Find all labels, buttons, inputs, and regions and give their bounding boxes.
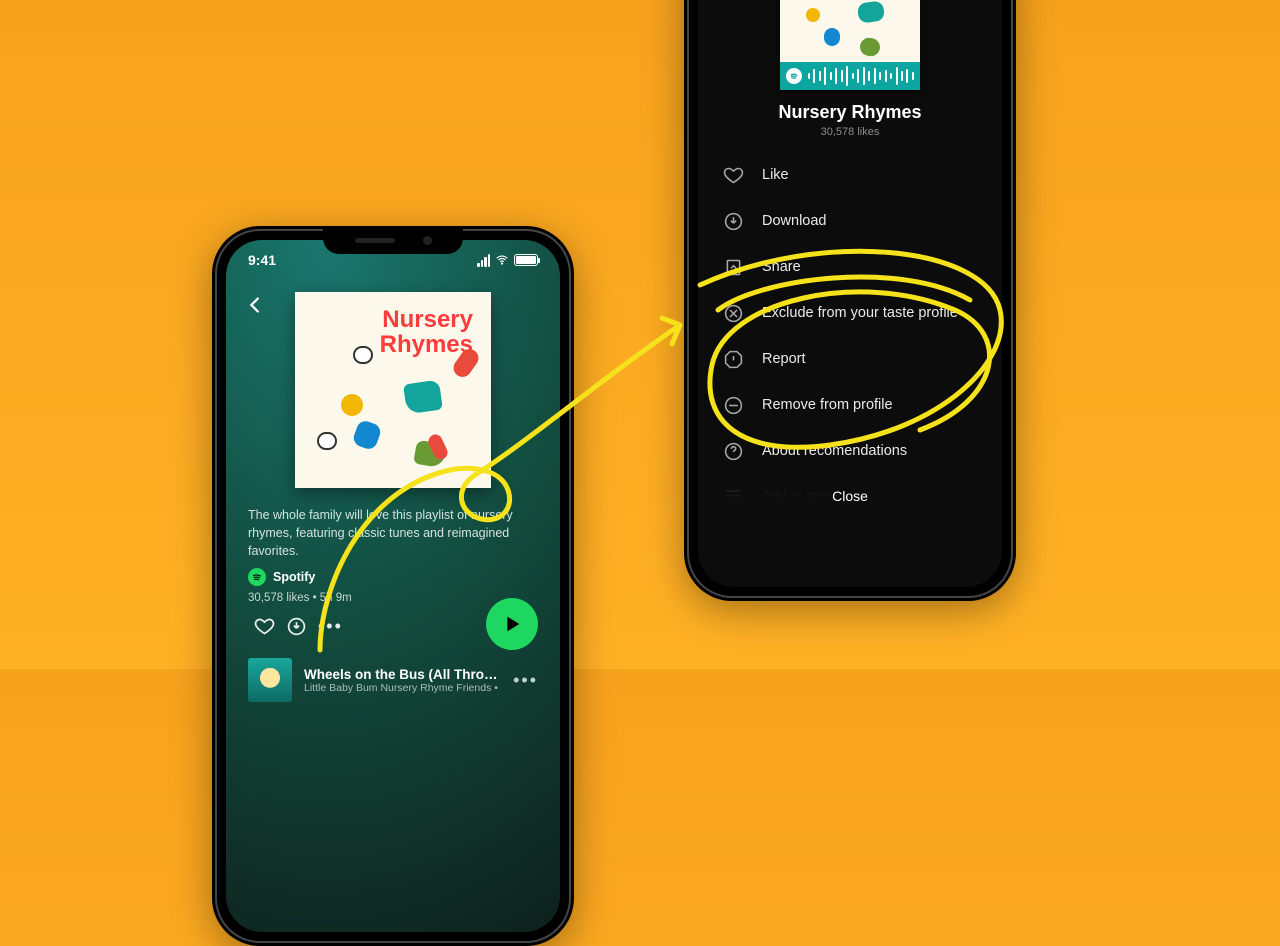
track-thumbnail	[248, 658, 292, 702]
share-icon	[722, 256, 744, 278]
menu-item-download[interactable]: Download	[698, 198, 1002, 244]
cover-title: NurseryRhymes	[380, 308, 473, 358]
playlist-description: The whole family will love this playlist…	[226, 488, 560, 568]
close-button[interactable]: Close	[698, 474, 1002, 522]
annotation-overlay	[0, 0, 1280, 669]
spotify-logo-icon	[248, 568, 266, 586]
menu-item-about-recommendations[interactable]: About recomendations	[698, 428, 1002, 474]
phone-left-frame: 9:41 NurseryRhymes	[212, 226, 574, 946]
context-menu: Like Download Share Exclude from your ta…	[698, 138, 1002, 474]
track-more-button[interactable]: •••	[513, 670, 538, 691]
menu-item-exclude-taste-profile[interactable]: Exclude from your taste profile	[698, 290, 1002, 336]
signal-icon	[477, 254, 490, 267]
menu-label: About recomendations	[762, 443, 907, 459]
track-subtitle: Little Baby Bum Nursery Rhyme Friends •	[304, 682, 501, 694]
menu-playlist-title: Nursery Rhymes	[698, 102, 1002, 123]
report-icon	[722, 348, 744, 370]
battery-icon	[514, 254, 538, 266]
playlist-author[interactable]: Spotify	[226, 568, 560, 586]
menu-label: Report	[762, 351, 806, 367]
menu-item-remove-from-profile[interactable]: Remove from profile	[698, 382, 1002, 428]
download-icon	[722, 210, 744, 232]
spotify-context-menu-screen: NurseryRhymes Nursery Rhymes 3	[698, 0, 1002, 587]
status-time: 9:41	[248, 252, 276, 268]
like-button[interactable]	[248, 610, 280, 642]
mini-playlist-cover: NurseryRhymes	[780, 0, 920, 90]
menu-label: Remove from profile	[762, 397, 893, 413]
heart-icon	[722, 164, 744, 186]
exclude-icon	[722, 302, 744, 324]
spotify-playlist-screen: 9:41 NurseryRhymes	[226, 240, 560, 932]
download-button[interactable]	[280, 610, 312, 642]
menu-item-report[interactable]: Report	[698, 336, 1002, 382]
track-row[interactable]: Wheels on the Bus (All Through t… Little…	[226, 642, 560, 702]
menu-label: Share	[762, 259, 801, 275]
menu-playlist-likes: 30,578 likes	[698, 126, 1002, 138]
annotation-arrow-icon	[0, 0, 1280, 669]
menu-label: Download	[762, 213, 827, 229]
track-title: Wheels on the Bus (All Through t…	[304, 667, 501, 682]
phone-right-frame: NurseryRhymes Nursery Rhymes 3	[684, 0, 1016, 601]
more-options-button[interactable]: •••	[318, 616, 343, 637]
spotify-code	[780, 62, 920, 90]
menu-item-share[interactable]: Share	[698, 244, 1002, 290]
author-name: Spotify	[273, 570, 315, 584]
menu-label: Exclude from your taste profile	[762, 305, 958, 321]
playlist-cover[interactable]: NurseryRhymes	[295, 292, 491, 488]
menu-item-like[interactable]: Like	[698, 152, 1002, 198]
phone-notch	[323, 226, 463, 254]
help-icon	[722, 440, 744, 462]
spotify-code-logo-icon	[786, 68, 802, 84]
menu-label: Like	[762, 167, 789, 183]
play-button[interactable]	[486, 598, 538, 650]
back-button[interactable]	[244, 294, 266, 316]
wifi-icon	[495, 253, 509, 267]
remove-icon	[722, 394, 744, 416]
